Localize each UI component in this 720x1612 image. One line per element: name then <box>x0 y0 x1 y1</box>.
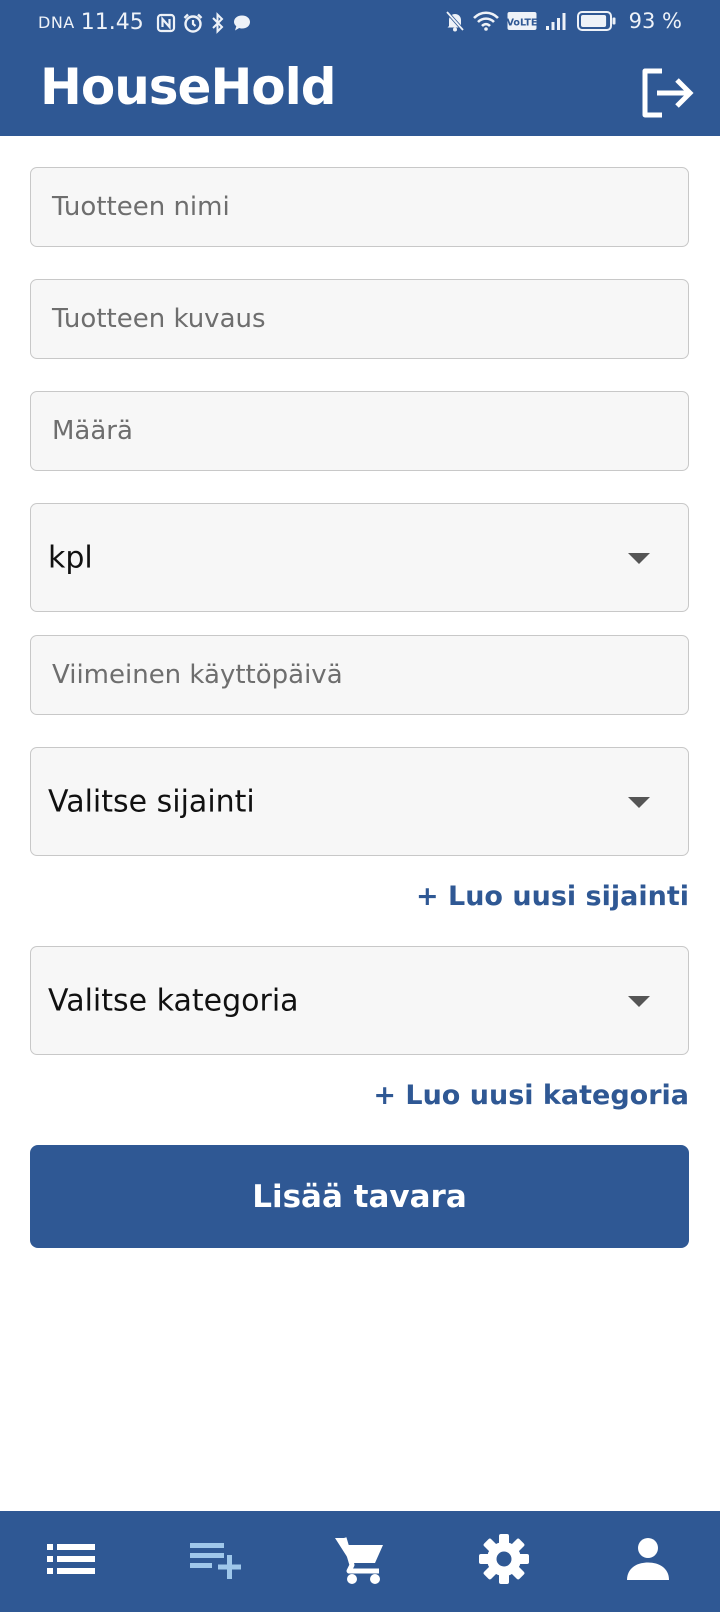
nav-item-add-item[interactable] <box>144 1511 288 1612</box>
quantity-placeholder: Määrä <box>52 416 133 446</box>
carrier-label: DNA <box>38 13 75 32</box>
dropdown-arrow-icon <box>628 995 650 1007</box>
settings-icon <box>478 1533 530 1590</box>
app-title: HouseHold <box>40 58 337 116</box>
location-select[interactable]: Valitse sijainti <box>30 747 689 856</box>
nfc-icon <box>156 13 176 33</box>
logout-icon <box>640 68 696 122</box>
unit-select[interactable]: kpl <box>30 503 689 612</box>
notifications-off-icon <box>445 10 465 32</box>
wifi-icon <box>472 11 499 31</box>
chat-bubble-icon <box>232 13 252 33</box>
quantity-input[interactable]: Määrä <box>30 391 689 471</box>
product-name-input[interactable]: Tuotteen nimi <box>30 167 689 247</box>
create-location-link[interactable]: + Luo uusi sijainti <box>416 881 689 912</box>
status-bar-left: DNA 11.45 <box>38 10 252 35</box>
alarm-icon <box>182 12 204 34</box>
bluetooth-icon <box>210 11 226 34</box>
product-name-placeholder: Tuotteen nimi <box>52 192 230 222</box>
product-description-input[interactable]: Tuotteen kuvaus <box>30 279 689 359</box>
expiry-date-placeholder: Viimeinen käyttöpäivä <box>52 660 343 690</box>
playlist-add-icon <box>190 1539 242 1584</box>
category-select-value: Valitse kategoria <box>48 983 299 1018</box>
nav-item-settings[interactable] <box>432 1511 576 1612</box>
clock-time: 11.45 <box>80 10 144 35</box>
volte-icon: VoLTE <box>507 11 537 31</box>
product-description-placeholder: Tuotteen kuvaus <box>52 304 266 334</box>
app-bar: HouseHold <box>0 44 720 136</box>
create-category-link[interactable]: + Luo uusi kategoria <box>373 1080 689 1111</box>
nav-item-shopping-cart[interactable] <box>288 1511 432 1612</box>
list-icon <box>47 1542 97 1581</box>
add-item-button[interactable]: Lisää tavara <box>30 1145 689 1248</box>
status-bar-right: VoLTE 93 % <box>445 9 682 33</box>
category-select[interactable]: Valitse kategoria <box>30 946 689 1055</box>
expiry-date-input[interactable]: Viimeinen käyttöpäivä <box>30 635 689 715</box>
person-icon <box>626 1537 670 1586</box>
battery-icon <box>576 10 617 32</box>
unit-select-value: kpl <box>48 540 93 575</box>
logout-button[interactable] <box>640 68 696 118</box>
cart-icon <box>333 1533 387 1590</box>
location-select-value: Valitse sijainti <box>48 784 255 819</box>
battery-percentage: 93 % <box>628 9 682 33</box>
status-bar: DNA 11.45 VoLTE 93 % <box>0 0 720 44</box>
nav-item-profile[interactable] <box>576 1511 720 1612</box>
dropdown-arrow-icon <box>628 796 650 808</box>
nav-item-list[interactable] <box>0 1511 144 1612</box>
bottom-navigation <box>0 1511 720 1612</box>
volte-label: VoLTE <box>507 18 537 29</box>
dropdown-arrow-icon <box>628 552 650 564</box>
signal-icon <box>545 11 569 31</box>
